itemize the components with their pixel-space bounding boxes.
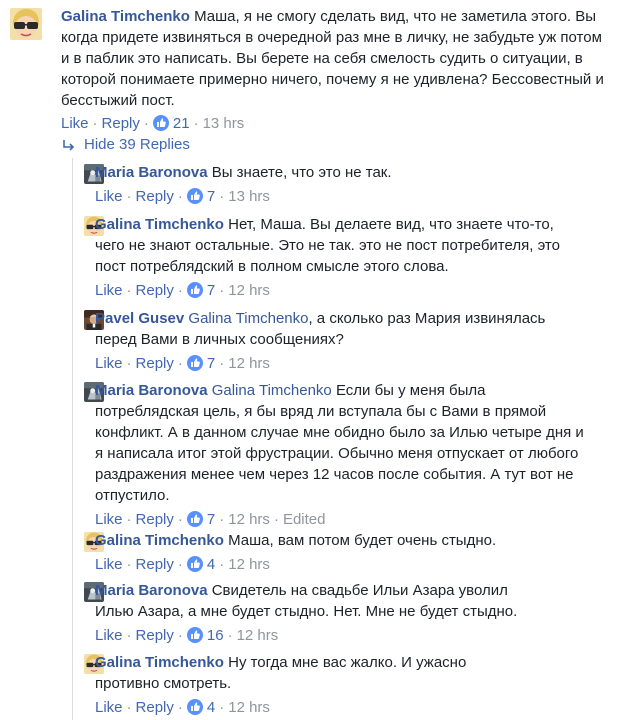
timestamp[interactable]: 13 hrs xyxy=(203,115,245,132)
timestamp[interactable]: 12 hrs xyxy=(228,556,270,573)
like-link[interactable]: Like xyxy=(95,556,123,573)
reply-link[interactable]: Reply xyxy=(136,282,174,299)
timestamp[interactable]: 12 hrs xyxy=(228,355,270,372)
like-link[interactable]: Like xyxy=(61,115,89,132)
thumbs-up-icon[interactable] xyxy=(186,556,203,572)
reply-actions: Like · Reply · 16 · 12 hrs xyxy=(95,626,279,644)
thumbs-up-icon[interactable] xyxy=(186,627,203,643)
like-count[interactable]: 7 xyxy=(207,282,215,299)
reply-link[interactable]: Reply xyxy=(136,511,174,528)
reply-body: Pavel Gusev Galina Timchenko, а сколько … xyxy=(95,308,585,350)
author-name[interactable]: Maria Baronova xyxy=(95,382,208,399)
reply-actions: Like · Reply · 7 · 12 hrs xyxy=(95,354,270,372)
corner-arrow-icon xyxy=(63,139,75,151)
reply-link[interactable]: Reply xyxy=(136,627,174,644)
author-name[interactable]: Galina Timchenko xyxy=(95,532,224,549)
thumbs-up-icon[interactable] xyxy=(186,282,203,298)
author-name[interactable]: Maria Baronova xyxy=(95,164,208,181)
reply-link[interactable]: Reply xyxy=(136,556,174,573)
comment-body: Galina Timchenko Маша, я не смогу сделат… xyxy=(61,6,606,111)
like-count[interactable]: 7 xyxy=(207,188,215,205)
reply-text: Маша, вам потом будет очень стыдно. xyxy=(228,532,497,549)
reply-body: Maria Baronova Вы знаете, что это не так… xyxy=(95,162,610,183)
thumbs-up-icon[interactable] xyxy=(152,115,169,131)
reply-body: Maria Baronova Galina Timchenko Если бы … xyxy=(95,380,585,506)
author-name[interactable]: Maria Baronova xyxy=(95,582,208,599)
mention-link[interactable]: Galina Timchenko xyxy=(212,382,332,399)
thumbs-up-icon[interactable] xyxy=(186,355,203,371)
thumbs-up-icon[interactable] xyxy=(186,188,203,204)
like-link[interactable]: Like xyxy=(95,511,123,528)
author-name[interactable]: Pavel Gusev xyxy=(95,310,184,327)
like-count[interactable]: 21 xyxy=(173,115,190,132)
reply-actions: Like · Reply · 7 · 12 hrs · Edited xyxy=(95,510,326,528)
thumbs-up-icon[interactable] xyxy=(186,511,203,527)
like-link[interactable]: Like xyxy=(95,355,123,372)
comment-actions: Like · Reply · 21 · 13 hrs xyxy=(61,114,245,132)
like-link[interactable]: Like xyxy=(95,282,123,299)
reply-body: Galina Timchenko Нет, Маша. Вы делаете в… xyxy=(95,214,575,277)
reply-actions: Like · Reply · 4 · 12 hrs xyxy=(95,698,270,716)
reply-body: Galina Timchenko Маша, вам потом будет о… xyxy=(95,530,585,551)
timestamp[interactable]: 12 hrs xyxy=(237,627,279,644)
like-link[interactable]: Like xyxy=(95,699,123,716)
reply-text: Если бы у меня была потреблядская цель, … xyxy=(95,382,584,504)
reply-actions: Like · Reply · 7 · 13 hrs xyxy=(95,187,270,205)
mention-link[interactable]: Galina Timchenko xyxy=(188,310,308,327)
reply-link[interactable]: Reply xyxy=(136,699,174,716)
author-name[interactable]: Galina Timchenko xyxy=(95,654,224,671)
like-count[interactable]: 16 xyxy=(207,627,224,644)
like-link[interactable]: Like xyxy=(95,627,123,644)
reply-actions: Like · Reply · 7 · 12 hrs xyxy=(95,281,270,299)
avatar[interactable] xyxy=(10,8,42,40)
reply-link[interactable]: Reply xyxy=(136,355,174,372)
like-count[interactable]: 7 xyxy=(207,355,215,372)
thread-line xyxy=(72,158,73,720)
like-count[interactable]: 4 xyxy=(207,556,215,573)
hide-replies-label[interactable]: Hide 39 Replies xyxy=(84,136,190,153)
like-count[interactable]: 7 xyxy=(207,511,215,528)
timestamp[interactable]: 13 hrs xyxy=(228,188,270,205)
author-name[interactable]: Galina Timchenko xyxy=(95,216,224,233)
reply-text: Вы знаете, что это не так. xyxy=(211,164,392,181)
reply-actions: Like · Reply · 4 · 12 hrs xyxy=(95,555,270,573)
timestamp[interactable]: 12 hrs xyxy=(228,511,270,528)
timestamp[interactable]: 12 hrs xyxy=(228,282,270,299)
like-link[interactable]: Like xyxy=(95,188,123,205)
like-count[interactable]: 4 xyxy=(207,699,215,716)
author-name[interactable]: Galina Timchenko xyxy=(61,8,190,25)
reply-body: Maria Baronova Свидетель на свадьбе Ильи… xyxy=(95,580,535,622)
thumbs-up-icon[interactable] xyxy=(186,699,203,715)
edited-label[interactable]: Edited xyxy=(283,511,326,528)
hide-replies-link[interactable]: Hide 39 Replies xyxy=(62,136,190,153)
reply-body: Galina Timchenko Ну тогда мне вас жалко.… xyxy=(95,652,515,694)
reply-link[interactable]: Reply xyxy=(102,115,140,132)
reply-link[interactable]: Reply xyxy=(136,188,174,205)
timestamp[interactable]: 12 hrs xyxy=(228,699,270,716)
